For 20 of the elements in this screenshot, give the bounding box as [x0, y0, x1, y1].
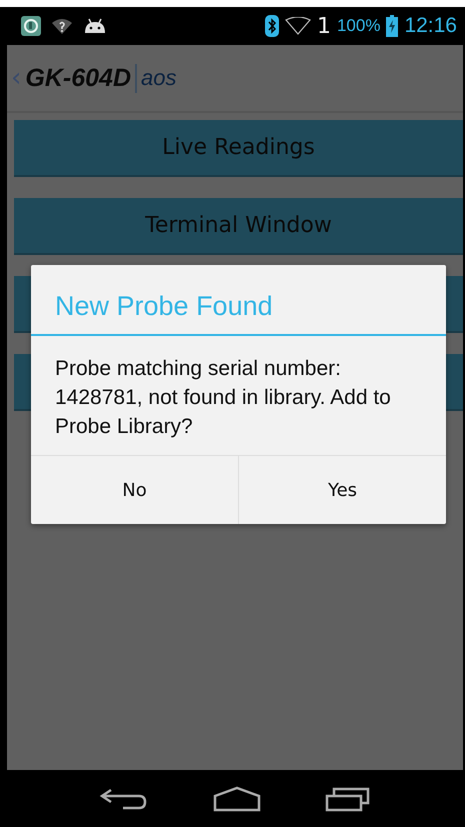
dialog-button[interactable]: No [31, 456, 238, 524]
wifi-question-icon [51, 17, 73, 35]
menu-button[interactable]: Terminal Window [14, 198, 463, 255]
dialog-button[interactable]: Yes [238, 456, 446, 524]
dialog-title: New Probe Found [31, 265, 446, 336]
signal-icon [284, 17, 311, 35]
battery-charging-icon [386, 15, 398, 37]
app-subtitle: aos [140, 65, 176, 91]
menu-button[interactable]: Live Readings [14, 120, 463, 177]
bluetooth-icon [264, 15, 279, 37]
home-icon[interactable] [213, 786, 261, 812]
battery-percent: 100% [336, 16, 380, 36]
app-title: GK-604D [25, 64, 137, 92]
app-notification-icon [21, 16, 41, 36]
dialog-message: Probe matching serial number: 1428781, not found in library. Add to Probe Library? [54, 356, 392, 440]
android-icon [83, 18, 107, 34]
clock-time: 12:16 [404, 14, 457, 38]
recent-apps-icon[interactable] [325, 786, 371, 812]
signal-label: 1 [316, 14, 331, 38]
back-chevron-icon[interactable]: ‹ [11, 63, 22, 93]
